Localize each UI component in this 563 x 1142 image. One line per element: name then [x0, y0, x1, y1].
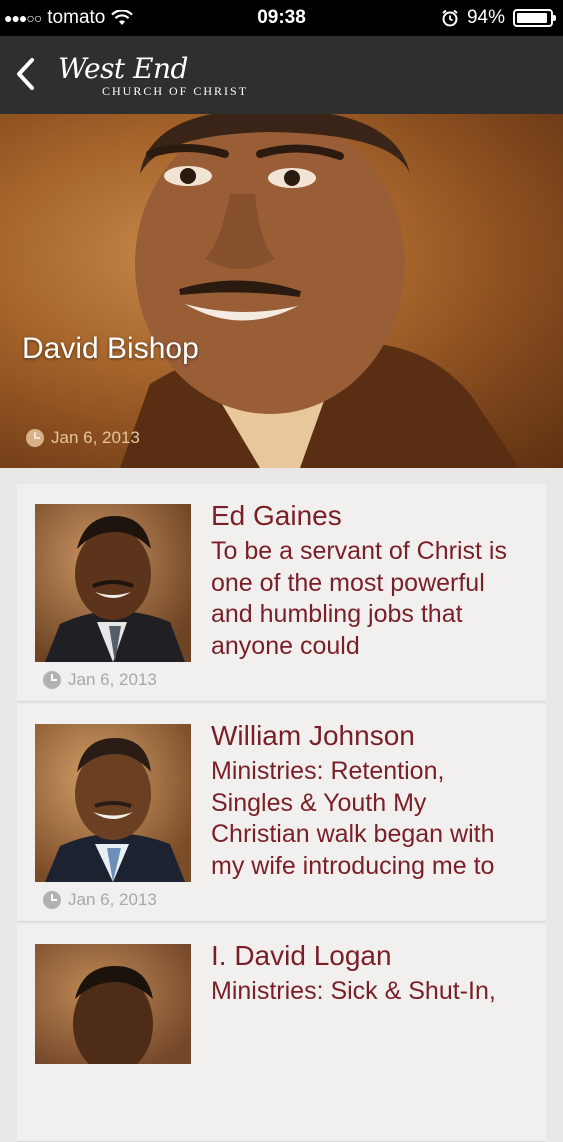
- clock-icon: [43, 671, 61, 689]
- portrait-image: [35, 504, 191, 662]
- featured-item[interactable]: David Bishop Jan 6, 2013: [0, 114, 563, 468]
- battery-percent: 94%: [466, 7, 505, 28]
- item-excerpt: Ministries: Retention, Singles & Youth M…: [211, 757, 495, 880]
- item-excerpt: Ministries: Sick & Shut-In,: [211, 977, 496, 1005]
- alarm-icon: [442, 9, 458, 27]
- back-button[interactable]: [10, 54, 42, 94]
- battery-icon: [513, 9, 556, 27]
- item-date: Jan 6, 2013: [43, 890, 157, 910]
- logo-script: West End: [58, 52, 188, 85]
- status-bar: ●●●○○ tomato 09:38 94%: [0, 0, 563, 36]
- hero-date-text: Jan 6, 2013: [51, 428, 140, 447]
- navbar: West End CHURCH OF CHRIST: [0, 36, 563, 114]
- item-excerpt: To be a servant of Christ is one of the …: [211, 537, 507, 660]
- hero-title: David Bishop: [22, 332, 199, 365]
- item-date-text: Jan 6, 2013: [68, 670, 157, 689]
- battery-fill: [517, 13, 547, 23]
- clock-icon: [43, 891, 61, 909]
- item-title: I. David Logan: [211, 940, 392, 971]
- thumbnail-william-johnson: [35, 724, 191, 882]
- portrait-image: [35, 944, 191, 1064]
- item-title: Ed Gaines: [211, 500, 342, 531]
- chevron-left-icon: [17, 58, 34, 90]
- thumbnail-ed-gaines: [35, 504, 191, 662]
- thumbnail-i-david-logan: [35, 944, 191, 1064]
- portrait-image: [35, 724, 191, 882]
- hero-portrait: [120, 114, 520, 468]
- status-right: 94%: [441, 7, 556, 29]
- list-item[interactable]: William Johnson Ministries: Retention, S…: [17, 704, 546, 922]
- list-item[interactable]: Ed Gaines To be a servant of Christ is o…: [17, 484, 546, 702]
- logo-subtitle: CHURCH OF CHRIST: [102, 84, 249, 98]
- hero-date: Jan 6, 2013: [26, 428, 140, 448]
- item-date: Jan 6, 2013: [43, 670, 157, 690]
- item-date-text: Jan 6, 2013: [68, 890, 157, 909]
- clock-icon: [26, 429, 44, 447]
- item-title: William Johnson: [211, 720, 415, 751]
- list-item[interactable]: I. David Logan Ministries: Sick & Shut-I…: [17, 924, 546, 1142]
